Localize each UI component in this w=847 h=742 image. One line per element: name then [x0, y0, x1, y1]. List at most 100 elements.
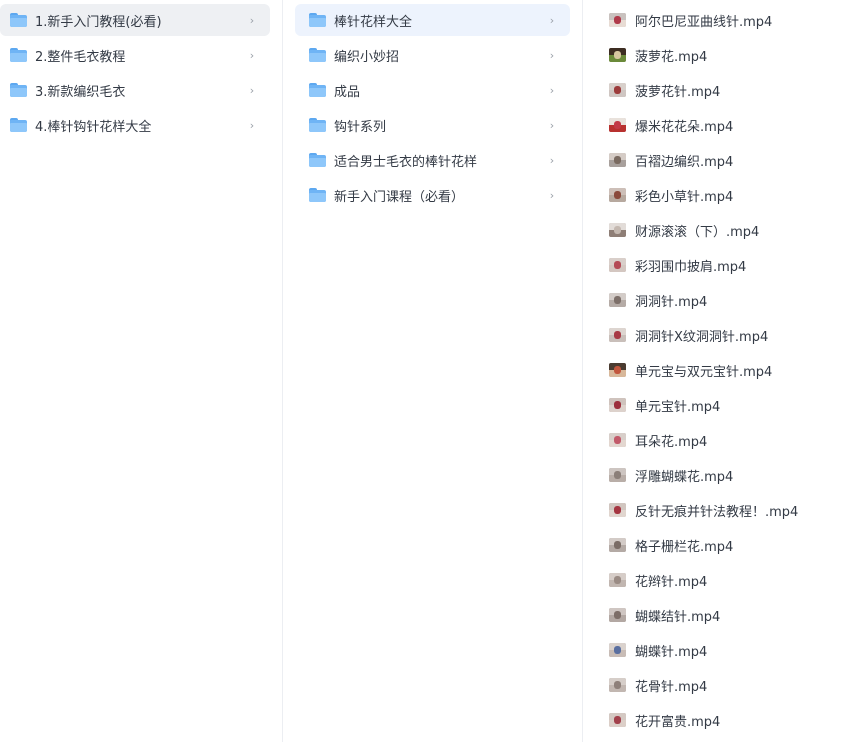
folder-icon	[309, 13, 326, 27]
video-thumbnail-icon	[609, 153, 626, 167]
file-name: 百褶边编织.mp4	[635, 154, 734, 170]
chevron-right-icon: ›	[549, 118, 555, 132]
file-item[interactable]: 单元宝针.mp4	[599, 389, 839, 421]
folder-icon	[309, 83, 326, 97]
video-thumbnail-icon	[609, 293, 626, 307]
file-name: 洞洞针.mp4	[635, 294, 708, 310]
folder-label: 钩针系列	[334, 119, 387, 135]
folder-icon	[10, 83, 27, 97]
video-thumbnail-icon	[609, 363, 626, 377]
file-item[interactable]: 浮雕蝴蝶花.mp4	[599, 459, 839, 491]
file-item[interactable]: 彩羽围巾披肩.mp4	[599, 249, 839, 281]
chevron-right-icon: ›	[549, 153, 555, 167]
file-name: 蝴蝶针.mp4	[635, 644, 708, 660]
folder-label: 编织小妙招	[334, 49, 400, 65]
folder-label: 棒针花样大全	[334, 14, 413, 30]
file-item[interactable]: 单元宝与双元宝针.mp4	[599, 354, 839, 386]
file-name: 彩色小草针.mp4	[635, 189, 734, 205]
chevron-right-icon: ›	[249, 83, 255, 97]
folder-icon	[10, 118, 27, 132]
file-name: 浮雕蝴蝶花.mp4	[635, 469, 734, 485]
file-name: 格子栅栏花.mp4	[635, 539, 734, 555]
file-item[interactable]: 阿尔巴尼亚曲线针.mp4	[599, 4, 839, 36]
folder-icon	[309, 118, 326, 132]
video-thumbnail-icon	[609, 118, 626, 132]
file-item[interactable]: 蝴蝶结针.mp4	[599, 599, 839, 631]
chevron-right-icon: ›	[249, 118, 255, 132]
file-name: 阿尔巴尼亚曲线针.mp4	[635, 14, 773, 30]
video-thumbnail-icon	[609, 83, 626, 97]
file-name: 菠萝花针.mp4	[635, 84, 721, 100]
video-thumbnail-icon	[609, 398, 626, 412]
file-column: 阿尔巴尼亚曲线针.mp4 菠萝花.mp4 菠萝花针.mp4 爆米花花朵.mp4 百褶边编…	[583, 0, 847, 742]
folder-item-knitting-patterns[interactable]: 棒针花样大全 ›	[295, 4, 570, 36]
column-browser: 1.新手入门教程(必看) › 2.整件毛衣教程 › 3.新款编织毛衣 › 4.棒…	[0, 0, 847, 742]
folder-label: 3.新款编织毛衣	[35, 84, 126, 100]
folder-item-sweater-tutorial[interactable]: 2.整件毛衣教程 ›	[0, 39, 270, 71]
folder-column-root: 1.新手入门教程(必看) › 2.整件毛衣教程 › 3.新款编织毛衣 › 4.棒…	[0, 0, 282, 742]
file-item[interactable]: 耳朵花.mp4	[599, 424, 839, 456]
video-thumbnail-icon	[609, 468, 626, 482]
file-name: 财源滚滚（下）.mp4	[635, 224, 760, 240]
video-thumbnail-icon	[609, 328, 626, 342]
file-item[interactable]: 财源滚滚（下）.mp4	[599, 214, 839, 246]
file-item[interactable]: 蝴蝶针.mp4	[599, 634, 839, 666]
file-item[interactable]: 花开富贵.mp4	[599, 704, 839, 736]
file-item[interactable]: 花辫针.mp4	[599, 564, 839, 596]
folder-column-sub: 棒针花样大全 › 编织小妙招 › 成品 › 钩针系列 › 适合男士毛衣的棒针花样…	[283, 0, 582, 742]
file-name: 菠萝花.mp4	[635, 49, 708, 65]
folder-item-crochet-series[interactable]: 钩针系列 ›	[295, 109, 570, 141]
video-thumbnail-icon	[609, 258, 626, 272]
chevron-right-icon: ›	[549, 188, 555, 202]
video-thumbnail-icon	[609, 223, 626, 237]
file-item[interactable]: 反针无痕并针法教程！.mp4	[599, 494, 839, 526]
folder-icon	[309, 153, 326, 167]
folder-label: 2.整件毛衣教程	[35, 49, 126, 65]
chevron-right-icon: ›	[249, 13, 255, 27]
file-name: 蝴蝶结针.mp4	[635, 609, 721, 625]
folder-item-knitting-tips[interactable]: 编织小妙招 ›	[295, 39, 570, 71]
file-item[interactable]: 花骨针.mp4	[599, 669, 839, 701]
file-item[interactable]: 彩色小草针.mp4	[599, 179, 839, 211]
video-thumbnail-icon	[609, 188, 626, 202]
file-name: 花骨针.mp4	[635, 679, 708, 695]
file-name: 单元宝与双元宝针.mp4	[635, 364, 773, 380]
video-thumbnail-icon	[609, 713, 626, 727]
file-name: 单元宝针.mp4	[635, 399, 721, 415]
folder-item-pattern-collection[interactable]: 4.棒针钩针花样大全 ›	[0, 109, 270, 141]
file-name: 耳朵花.mp4	[635, 434, 708, 450]
folder-icon	[10, 13, 27, 27]
video-thumbnail-icon	[609, 608, 626, 622]
file-item[interactable]: 爆米花花朵.mp4	[599, 109, 839, 141]
file-name: 洞洞针X纹洞洞针.mp4	[635, 329, 769, 345]
video-thumbnail-icon	[609, 48, 626, 62]
file-name: 反针无痕并针法教程！.mp4	[635, 504, 799, 520]
video-thumbnail-icon	[609, 503, 626, 517]
file-item[interactable]: 菠萝花针.mp4	[599, 74, 839, 106]
video-thumbnail-icon	[609, 433, 626, 447]
file-item[interactable]: 格子栅栏花.mp4	[599, 529, 839, 561]
folder-icon	[10, 48, 27, 62]
folder-label: 新手入门课程（必看）	[334, 189, 465, 205]
file-name: 花开富贵.mp4	[635, 714, 721, 730]
folder-label: 适合男士毛衣的棒针花样	[334, 154, 478, 170]
file-name: 花辫针.mp4	[635, 574, 708, 590]
video-thumbnail-icon	[609, 643, 626, 657]
folder-icon	[309, 188, 326, 202]
file-name: 爆米花花朵.mp4	[635, 119, 734, 135]
video-thumbnail-icon	[609, 573, 626, 587]
folder-item-beginner-course[interactable]: 新手入门课程（必看） ›	[295, 179, 570, 211]
folder-label: 4.棒针钩针花样大全	[35, 119, 152, 135]
file-item[interactable]: 洞洞针.mp4	[599, 284, 839, 316]
file-item[interactable]: 洞洞针X纹洞洞针.mp4	[599, 319, 839, 351]
folder-item-mens-patterns[interactable]: 适合男士毛衣的棒针花样 ›	[295, 144, 570, 176]
folder-item-finished[interactable]: 成品 ›	[295, 74, 570, 106]
file-item[interactable]: 百褶边编织.mp4	[599, 144, 839, 176]
chevron-right-icon: ›	[549, 13, 555, 27]
folder-item-beginner-tutorial[interactable]: 1.新手入门教程(必看) ›	[0, 4, 270, 36]
chevron-right-icon: ›	[549, 83, 555, 97]
chevron-right-icon: ›	[549, 48, 555, 62]
video-thumbnail-icon	[609, 13, 626, 27]
folder-item-new-knit-sweaters[interactable]: 3.新款编织毛衣 ›	[0, 74, 270, 106]
file-item[interactable]: 菠萝花.mp4	[599, 39, 839, 71]
